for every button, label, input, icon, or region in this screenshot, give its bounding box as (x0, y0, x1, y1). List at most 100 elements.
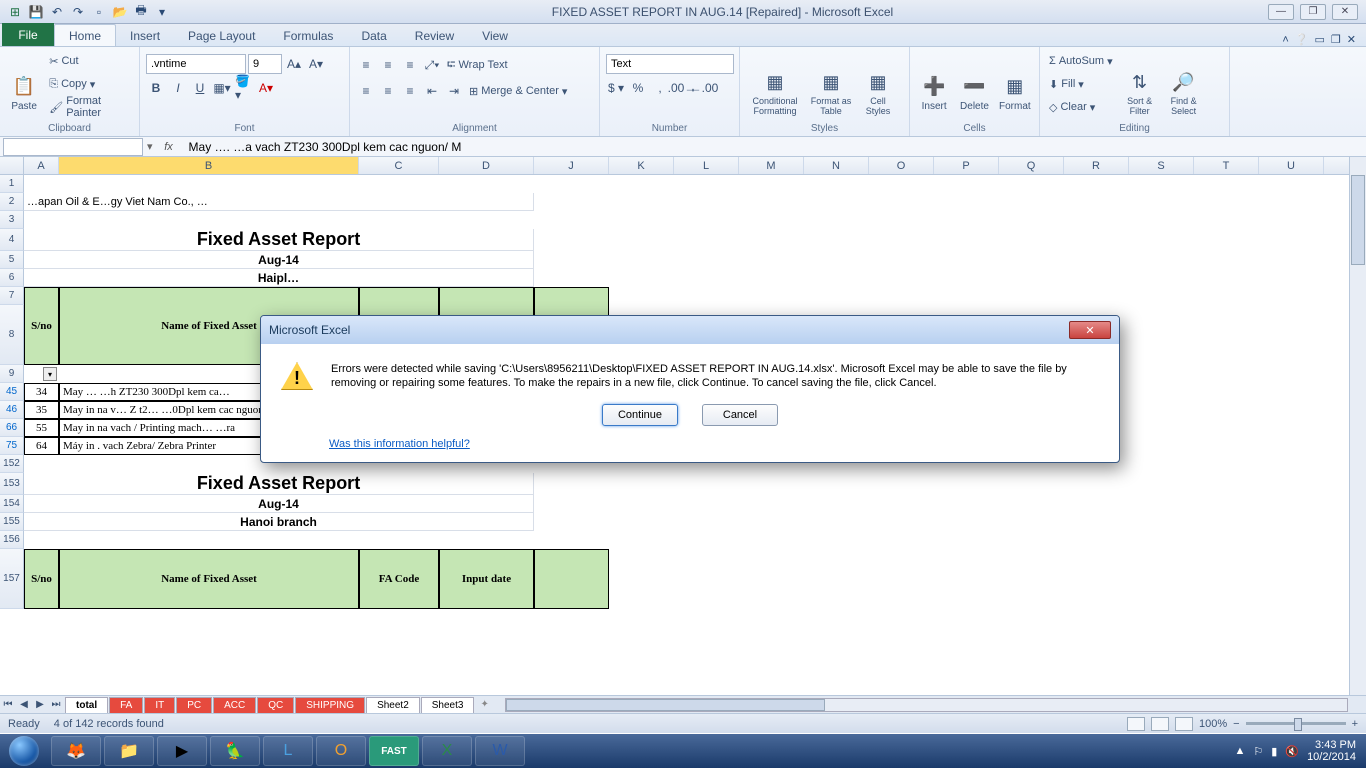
align-right-icon[interactable]: ≡ (400, 81, 420, 101)
tray-network-icon[interactable]: ▮ (1271, 745, 1277, 758)
cell-hdr-j-2[interactable] (534, 549, 609, 609)
cell-a75[interactable]: 64 (24, 437, 59, 455)
tab-nav-next[interactable]: ▶ (32, 697, 48, 713)
start-button[interactable] (0, 734, 48, 768)
zoom-in-icon[interactable]: + (1352, 718, 1358, 730)
redo-icon[interactable]: ↷ (69, 3, 87, 21)
row-header-7[interactable]: 7 (0, 287, 24, 305)
minimize-button[interactable]: — (1268, 4, 1294, 20)
tab-home[interactable]: Home (54, 24, 116, 46)
cell-hdr-input-2[interactable]: Input date (439, 549, 534, 609)
col-header-L[interactable]: L (674, 157, 739, 174)
tab-formulas[interactable]: Formulas (269, 25, 347, 46)
sheet-tab-it[interactable]: IT (144, 697, 175, 713)
sheet-tab-qc[interactable]: QC (257, 697, 294, 713)
clear-button[interactable]: ◇Clear ▾ (1046, 96, 1116, 118)
row-header-156[interactable]: 156 (0, 531, 24, 549)
row-header-4[interactable]: 4 (0, 229, 24, 251)
row-header-152[interactable]: 152 (0, 455, 24, 473)
col-header-O[interactable]: O (869, 157, 934, 174)
close-button[interactable]: ✕ (1332, 4, 1358, 20)
open-icon[interactable]: 📂 (111, 3, 129, 21)
col-header-T[interactable]: T (1194, 157, 1259, 174)
format-painter-button[interactable]: 🖌Format Painter (46, 96, 133, 118)
filter-icon[interactable]: ▾ (43, 367, 57, 381)
sheet-tab-sheet2[interactable]: Sheet2 (366, 697, 420, 713)
row-header-153[interactable]: 153 (0, 473, 24, 495)
cell-branch-2[interactable]: Hanoi branch (24, 513, 534, 531)
sheet-tab-shipping[interactable]: SHIPPING (295, 697, 365, 713)
autosum-button[interactable]: ΣAutoSum ▾ (1046, 50, 1116, 72)
cell-a66[interactable]: 55 (24, 419, 59, 437)
col-header-M[interactable]: M (739, 157, 804, 174)
ribbon-opts-icon[interactable]: ▭ (1315, 33, 1325, 46)
zoom-slider[interactable] (1246, 722, 1346, 725)
align-center-icon[interactable]: ≡ (378, 81, 398, 101)
col-header-B[interactable]: B (59, 157, 359, 174)
help-link[interactable]: Was this information helpful? (329, 438, 470, 450)
italic-button[interactable]: I (168, 78, 188, 98)
indent-inc-icon[interactable]: ⇥ (444, 81, 464, 101)
formula-input[interactable]: May …. …a vach ZT230 300Dpl kem cac nguo… (181, 140, 1366, 154)
view-layout-icon[interactable] (1151, 717, 1169, 731)
sheet-tab-acc[interactable]: ACC (213, 697, 256, 713)
cut-button[interactable]: ✂Cut (46, 50, 133, 72)
sheet-tab-total[interactable]: total (65, 697, 108, 713)
tab-data[interactable]: Data (347, 25, 400, 46)
hscroll-thumb[interactable] (506, 699, 826, 711)
row-header-8[interactable]: 8 (0, 305, 24, 365)
task-explorer[interactable]: 📁 (104, 736, 154, 766)
col-header-D[interactable]: D (439, 157, 534, 174)
tray-up-icon[interactable]: ▲ (1235, 745, 1246, 757)
cell-report-title-2[interactable]: Fixed Asset Report (24, 473, 534, 495)
cancel-button[interactable]: Cancel (702, 404, 778, 426)
fill-button[interactable]: ⬇Fill ▾ (1046, 73, 1116, 95)
undo-icon[interactable]: ↶ (48, 3, 66, 21)
col-header-C[interactable]: C (359, 157, 439, 174)
name-box[interactable] (3, 138, 143, 156)
view-break-icon[interactable] (1175, 717, 1193, 731)
zoom-out-icon[interactable]: − (1233, 718, 1239, 730)
row-header-1[interactable]: 1 (0, 175, 24, 193)
merge-center-button[interactable]: ⊞Merge & Center ▾ (466, 80, 570, 102)
task-firefox[interactable]: 🦊 (51, 736, 101, 766)
ribbon-min-icon[interactable]: ˄ (1282, 34, 1288, 46)
tray-flag-icon[interactable]: ⚐ (1253, 745, 1263, 758)
tray-volume-icon[interactable]: 🔇 (1285, 745, 1299, 758)
row-header-2[interactable]: 2 (0, 193, 24, 211)
task-outlook[interactable]: O (316, 736, 366, 766)
scroll-thumb[interactable] (1351, 175, 1365, 265)
cell-hdr-sno-1[interactable]: S/no (24, 287, 59, 365)
border-button[interactable]: ▦▾ (212, 78, 232, 98)
tab-nav-last[interactable]: ⏭ (48, 697, 64, 713)
vertical-scrollbar[interactable] (1349, 157, 1366, 695)
dec-decimal-icon[interactable]: ←.00 (694, 78, 714, 98)
row-header-154[interactable]: 154 (0, 495, 24, 513)
row-header-45[interactable]: 45 (0, 383, 24, 401)
print-icon[interactable]: 🖶 (132, 3, 150, 21)
task-lync[interactable]: L (263, 736, 313, 766)
orientation-icon[interactable]: ⤢▾ (422, 55, 442, 75)
row-header-75[interactable]: 75 (0, 437, 24, 455)
copy-button[interactable]: ⎘Copy ▾ (46, 73, 133, 95)
cell-branch-1[interactable]: Haipl… (24, 269, 534, 287)
col-header-R[interactable]: R (1064, 157, 1129, 174)
font-color-button[interactable]: A▾ (256, 78, 276, 98)
sheet-tab-sheet3[interactable]: Sheet3 (421, 697, 475, 713)
wrap-text-button[interactable]: ⮓Wrap Text (444, 54, 511, 76)
font-size-dropdown[interactable]: 9 (248, 54, 282, 74)
cell-hdr-name-2[interactable]: Name of Fixed Asset (59, 549, 359, 609)
save-icon[interactable]: 💾 (27, 3, 45, 21)
shrink-font-icon[interactable]: A▾ (306, 54, 326, 74)
currency-icon[interactable]: $ ▾ (606, 78, 626, 98)
cell-report-title-1[interactable]: Fixed Asset Report (24, 229, 534, 251)
align-top-icon[interactable]: ≡ (356, 55, 376, 75)
col-header-P[interactable]: P (934, 157, 999, 174)
task-word[interactable]: W (475, 736, 525, 766)
view-normal-icon[interactable] (1127, 717, 1145, 731)
cell-company[interactable]: …apan Oil & E…gy Viet Nam Co., … (24, 193, 534, 211)
task-media[interactable]: ▶ (157, 736, 207, 766)
col-header-A[interactable]: A (24, 157, 59, 174)
row-header-5[interactable]: 5 (0, 251, 24, 269)
row-header-9[interactable]: 9 (0, 365, 24, 383)
